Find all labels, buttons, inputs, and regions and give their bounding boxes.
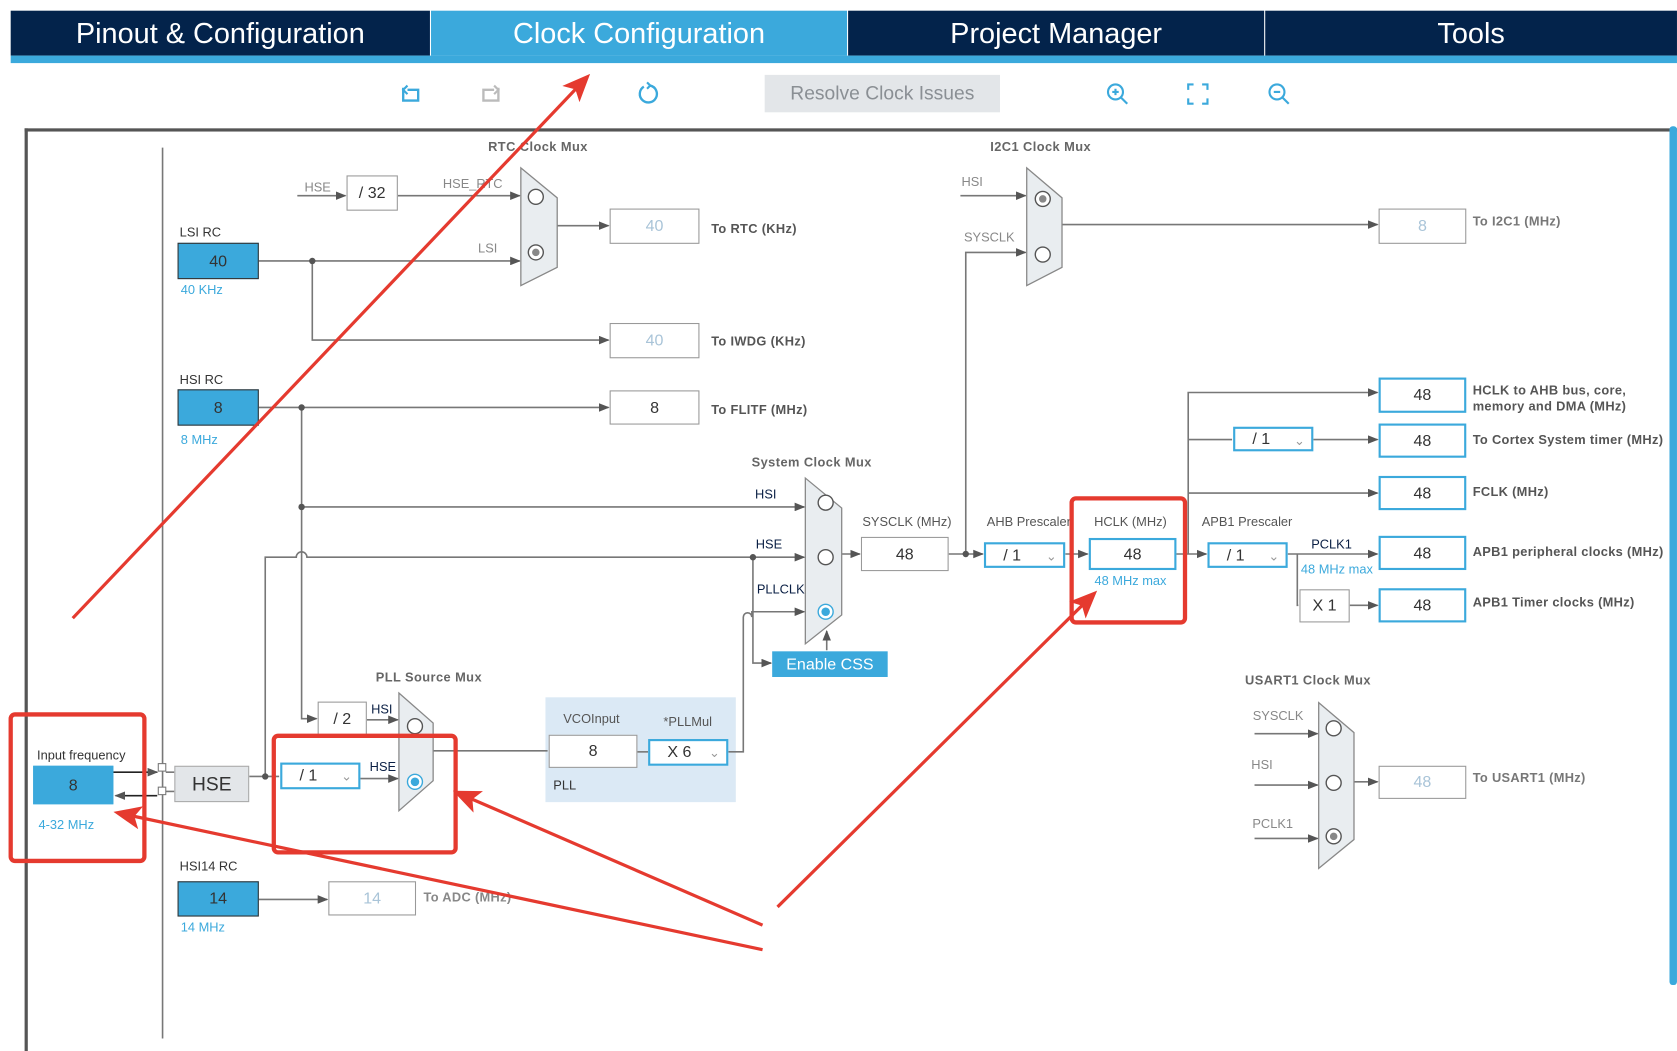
annotation-arrow-input: [113, 806, 763, 952]
annotation-box-input: [8, 712, 147, 864]
annotation-arrow-tab: [71, 73, 591, 620]
clock-config-stage: Pinout & Configuration Clock Configurati…: [0, 0, 1677, 1051]
annotation-arrow-pll: [452, 790, 764, 927]
annotation-overlay: [8, 73, 1188, 952]
annotation-box-hclk: [1069, 496, 1188, 625]
annotation-arrow-hclk: [776, 590, 1098, 909]
annotation-box-pll-source: [271, 733, 458, 855]
